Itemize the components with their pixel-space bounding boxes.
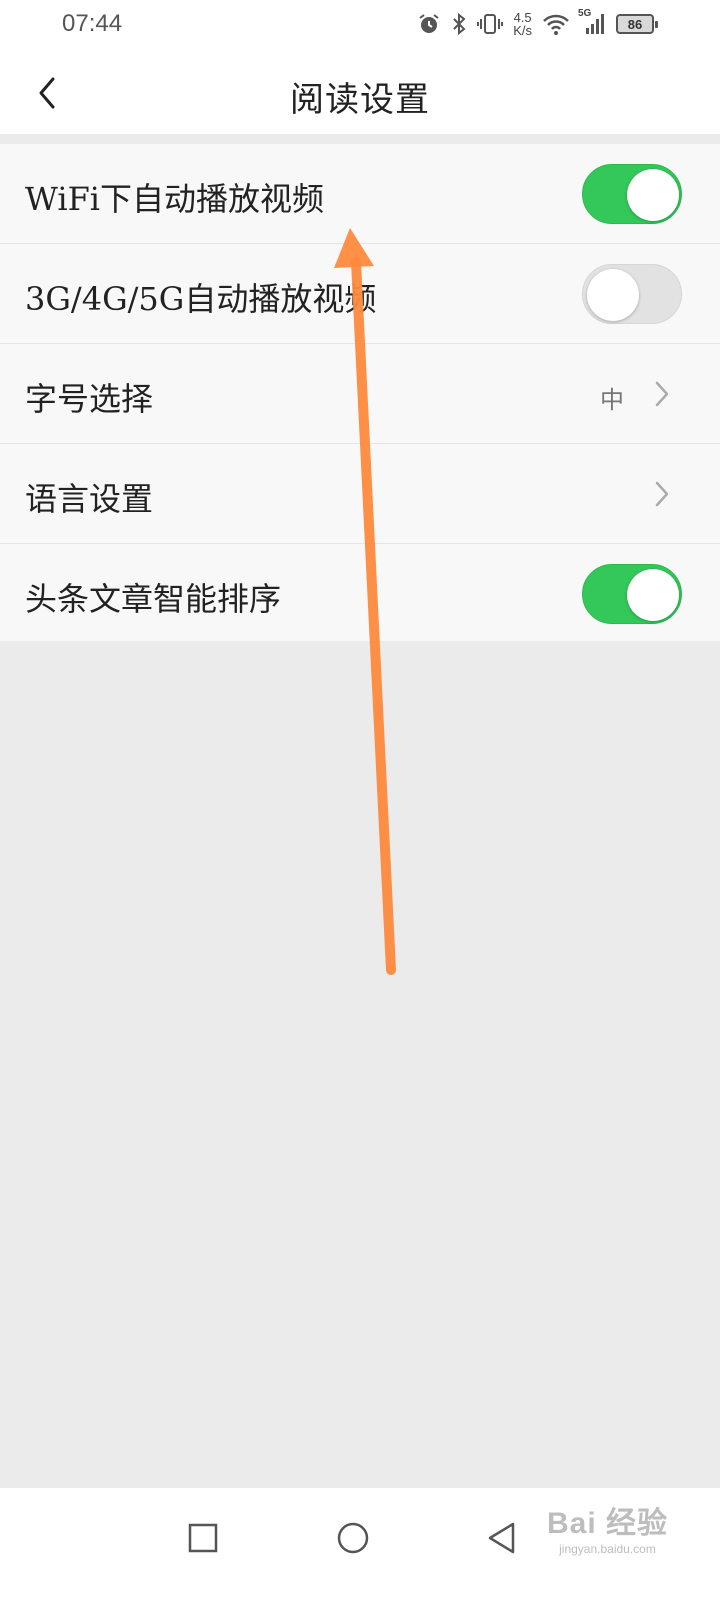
font-size-value: 中 [600, 386, 624, 414]
setting-row-mobile-autoplay[interactable]: 3G/4G/5G自动播放视频 [0, 244, 720, 344]
setting-row-smart-sort[interactable]: 头条文章智能排序 [0, 544, 720, 641]
watermark-url: jingyan.baidu.com [559, 1542, 656, 1556]
toggle-knob [587, 269, 639, 321]
smart-sort-toggle[interactable] [582, 564, 682, 624]
battery-level: 86 [627, 16, 643, 32]
setting-label: WiFi下自动播放视频 [25, 180, 325, 218]
cellular-signal-icon: 5G [578, 8, 606, 36]
chevron-right-icon [648, 380, 676, 408]
signal-label: 5G [578, 8, 592, 19]
triangle-back-icon [488, 1522, 515, 1554]
watermark-logo: Bai 经验 jingyan.baidu.com [547, 1498, 668, 1556]
setting-label: 3G/4G/5G自动播放视频 [25, 280, 377, 318]
setting-label: 字号选择 [25, 380, 154, 418]
toggle-knob [627, 169, 679, 221]
toggle-knob [627, 569, 679, 621]
setting-row-language[interactable]: 语言设置 [0, 444, 720, 544]
settings-list: WiFi下自动播放视频 3G/4G/5G自动播放视频 字号选择 中 语言设置 头… [0, 144, 720, 641]
setting-label: 语言设置 [25, 480, 154, 518]
setting-row-wifi-autoplay[interactable]: WiFi下自动播放视频 [0, 144, 720, 244]
recent-apps-button[interactable] [175, 1510, 231, 1566]
status-bar: 07:44 4.5 K/s 5G 86 [0, 0, 720, 50]
nav-bar: Bai 经验 jingyan.baidu.com [0, 1488, 720, 1600]
vibrate-icon [477, 12, 504, 36]
page-title: 阅读设置 [290, 80, 430, 120]
mobile-autoplay-toggle[interactable] [582, 264, 682, 324]
wifi-autoplay-toggle[interactable] [582, 164, 682, 224]
setting-row-font-size[interactable]: 字号选择 中 [0, 344, 720, 444]
watermark-brand: Bai 经验 [546, 1507, 668, 1540]
network-speed: 4.5 K/s [513, 11, 532, 37]
circle-icon [337, 1522, 369, 1554]
speed-unit: K/s [513, 23, 532, 38]
bluetooth-icon [451, 12, 467, 36]
alarm-icon [417, 12, 441, 36]
square-icon [188, 1523, 218, 1553]
header: 阅读设置 [0, 50, 720, 134]
battery-indicator: 86 [616, 14, 658, 34]
chevron-right-icon [648, 480, 676, 508]
status-time: 07:44 [62, 10, 123, 37]
home-button[interactable] [325, 1510, 381, 1566]
back-nav-button[interactable] [474, 1510, 530, 1566]
status-icons: 4.5 K/s 5G 86 [417, 8, 658, 40]
setting-label: 头条文章智能排序 [25, 580, 282, 618]
wifi-icon [542, 12, 570, 36]
